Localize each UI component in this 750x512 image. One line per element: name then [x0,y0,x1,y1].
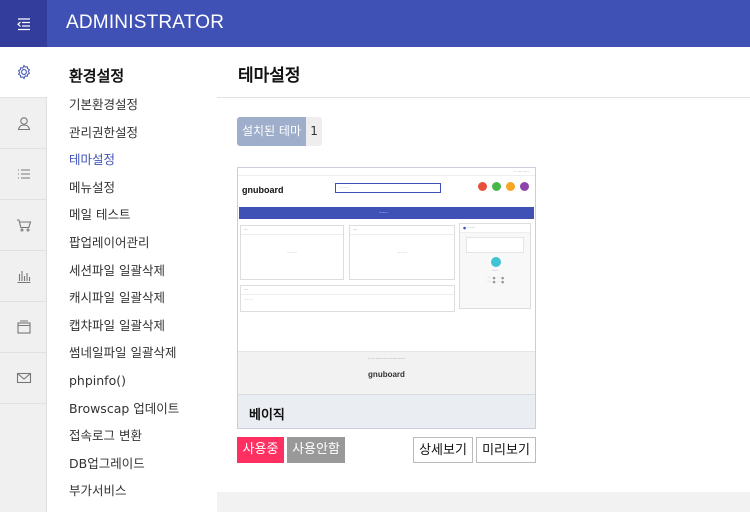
submenu-item-phpinfo[interactable]: phpinfo() [69,374,179,402]
installed-theme-counter: 설치된 테마 1 [237,117,323,146]
thumbnail-login-box: ● ······· ····· · ··· ● · · ● · ··· ● · … [459,223,531,309]
cart-icon [16,219,31,232]
submenu-list: 기본환경설정 관리권한설정 테마설정 메뉴설정 메일 테스트 팝업레이어관리 세… [69,98,179,512]
user-icon [17,117,30,131]
in-use-button[interactable]: 사용중 [237,437,284,463]
top-bar: ADMINISTRATOR [0,0,750,47]
thumbnail-footer: ······ ·········· ········ ······ gnuboa… [238,351,535,394]
submenu-item-cache-delete[interactable]: 캐시파일 일괄삭제 [69,291,179,319]
gear-icon [17,64,30,80]
submenu-title: 환경설정 [69,67,125,85]
theme-card: ·· ···· ···· gnuboard ········· ······· … [237,167,536,429]
submenu-item-log-convert[interactable]: 접속로그 변환 [69,429,179,457]
theme-name: 베이직 [249,408,285,423]
thumbnail-search-box: ········· [335,183,441,193]
installed-theme-count: 1 [306,117,323,146]
thumbnail-widget-2: ···· ········· [349,225,455,280]
thumbnail-quick-icons [478,182,529,191]
thumbnail-widget-3: ···· ········ [240,285,455,312]
rail-item-members[interactable] [0,98,47,149]
submenu-item-menu-config[interactable]: 메뉴설정 [69,180,179,209]
rail-item-popups[interactable] [0,302,47,353]
submenu-item-popup-layer[interactable]: 팝업레이어관리 [69,236,179,264]
preview-button[interactable]: 미리보기 [476,437,536,463]
submenu-item-db-upgrade[interactable]: DB업그레이드 [69,456,179,485]
mail-icon [16,372,31,384]
thumbnail-widget-1: ···· ········· [240,225,344,280]
rail-item-shop[interactable] [0,200,47,251]
page-title: 테마설정 [238,66,301,86]
page-bottom-area [217,492,750,512]
thumbnail-footer-logo: gnuboard [368,370,405,379]
submenu-item-session-delete[interactable]: 세션파일 일괄삭제 [69,263,179,292]
submenu-item-theme-config[interactable]: 테마설정 [69,153,179,181]
submenu-item-mail-test[interactable]: 메일 테스트 [69,208,179,236]
thumbnail-logo: gnuboard [242,185,284,195]
disable-theme-button[interactable]: 사용안함 [287,437,345,463]
detail-view-button[interactable]: 상세보기 [413,437,473,463]
theme-name-bar: 베이직 [238,394,535,428]
theme-thumbnail[interactable]: ·· ···· ···· gnuboard ········· ······· … [238,168,535,394]
submenu-item-basic-config[interactable]: 기본환경설정 [69,98,179,126]
list-icon [17,169,30,179]
installed-theme-label: 설치된 테마 [237,117,307,146]
submenu-item-captcha-delete[interactable]: 캡챠파일 일괄삭제 [69,318,179,347]
admin-brand[interactable]: ADMINISTRATOR [66,0,224,47]
rail-item-settings[interactable] [0,47,47,98]
rail-item-statistics[interactable] [0,251,47,302]
rail-item-board[interactable] [0,149,47,200]
menu-collapse-icon [16,17,30,30]
rail-item-mail[interactable] [0,353,47,404]
window-icon [16,320,31,334]
icon-rail [0,47,47,512]
thumbnail-nav-bar: ······· [239,207,534,219]
bar-chart-icon [17,271,30,284]
submenu-item-auth-config[interactable]: 관리권한설정 [69,125,179,154]
submenu-item-thumbnail-delete[interactable]: 썸네일파일 일괄삭제 [69,346,179,374]
submenu-panel: 환경설정 기본환경설정 관리권한설정 테마설정 메뉴설정 메일 테스트 팝업레이… [47,47,217,512]
menu-toggle-button[interactable] [0,0,47,47]
main-content: 설치된 테마 1 ·· ···· ···· gnuboard ·········… [217,98,750,492]
main-header: 테마설정 [217,47,750,98]
submenu-item-extra-service[interactable]: 부가서비스 [69,484,179,512]
submenu-item-browscap[interactable]: Browscap 업데이트 [69,401,179,430]
thumbnail-top-links: ·· ···· ···· [238,168,535,176]
